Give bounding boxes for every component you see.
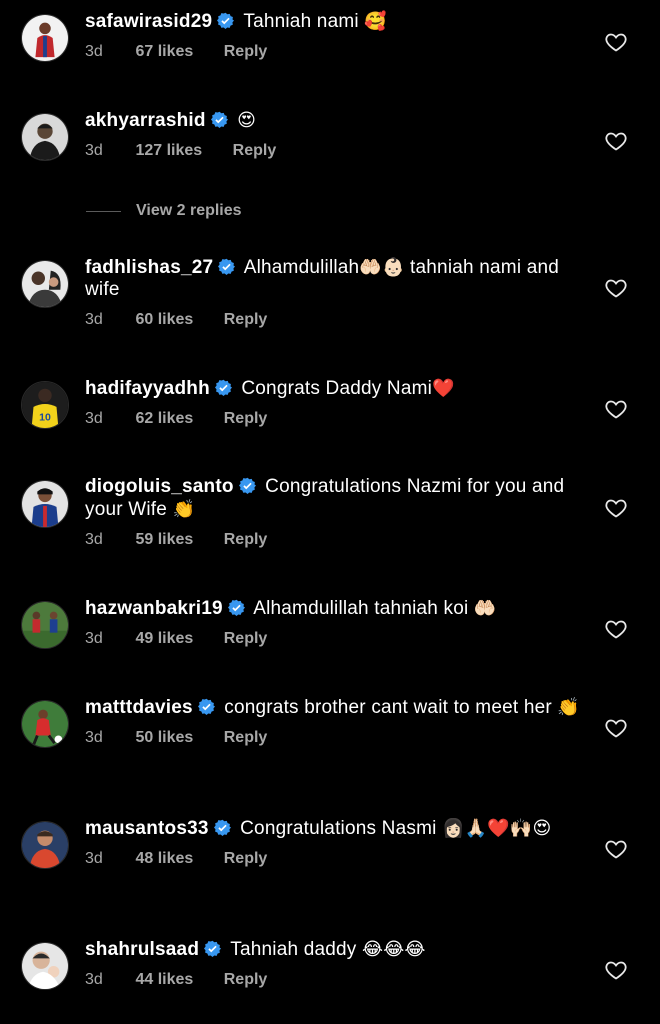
emoji: 😂😂😂 (361, 939, 426, 959)
comment-username[interactable]: shahrulsaad (85, 939, 199, 960)
emoji: ❤️ (432, 378, 455, 398)
verified-badge-icon (218, 258, 236, 275)
heart-outline-icon[interactable] (604, 496, 628, 520)
comment-text: Alhamdulillah (243, 257, 360, 278)
reply-button[interactable]: Reply (224, 850, 268, 868)
comment-time: 3d (85, 43, 103, 60)
comment-text: Alhamdulillah tahniah koi (253, 598, 469, 619)
comment-text: Congratulations Nasmi (240, 818, 437, 839)
comment-time: 3d (85, 311, 103, 328)
comment-time: 3d (85, 729, 103, 746)
avatar[interactable] (21, 260, 69, 308)
verified-badge-icon (238, 477, 256, 494)
avatar[interactable]: 10 (21, 381, 69, 429)
avatar[interactable] (21, 821, 69, 869)
comment-likes[interactable]: 44 likes (135, 971, 193, 989)
comment-likes[interactable]: 127 likes (135, 142, 202, 160)
comment-text: congrats brother cant wait to meet her (224, 697, 552, 718)
heart-outline-icon[interactable] (604, 716, 628, 740)
verified-badge-icon (227, 599, 245, 616)
comment-time: 3d (85, 850, 103, 867)
comment-likes[interactable]: 67 likes (135, 43, 193, 61)
comment-likes[interactable]: 60 likes (135, 311, 193, 329)
reply-button[interactable]: Reply (224, 729, 268, 747)
comment-time: 3d (85, 971, 103, 988)
emoji: 👏 (172, 499, 196, 519)
reply-button[interactable]: Reply (224, 410, 268, 428)
comment-username[interactable]: mausantos33 (85, 818, 209, 839)
emoji: 🤲🏻 (473, 598, 497, 618)
reply-button[interactable]: Reply (224, 531, 268, 549)
comment-username[interactable]: safawirasid29 (85, 11, 212, 32)
heart-outline-icon[interactable] (604, 397, 628, 421)
heart-outline-icon[interactable] (604, 276, 628, 300)
avatar[interactable] (21, 942, 69, 990)
emoji: 🤲🏻👶🏻 (359, 257, 405, 277)
svg-text:10: 10 (39, 411, 51, 423)
comment-username[interactable]: akhyarrashid (85, 110, 206, 131)
comment-username[interactable]: diogoluis_santo (85, 476, 234, 497)
comment-likes[interactable]: 59 likes (135, 531, 193, 549)
emoji: 😍 (237, 110, 257, 130)
comment-likes[interactable]: 48 likes (135, 850, 193, 868)
heart-outline-icon[interactable] (604, 129, 628, 153)
reply-button[interactable]: Reply (224, 43, 268, 61)
avatar[interactable] (21, 14, 69, 62)
comment-likes[interactable]: 62 likes (135, 410, 193, 428)
comment-time: 3d (85, 410, 103, 427)
comment-likes[interactable]: 50 likes (135, 729, 193, 747)
avatar[interactable] (21, 113, 69, 161)
comment-text: Tahniah daddy (230, 939, 357, 960)
heart-outline-icon[interactable] (604, 617, 628, 641)
verified-badge-icon (210, 111, 228, 128)
avatar[interactable] (21, 700, 69, 748)
verified-badge-icon (217, 12, 235, 29)
view-replies-button[interactable]: View 2 replies (86, 202, 386, 222)
heart-outline-icon[interactable] (604, 837, 628, 861)
comment-likes[interactable]: 49 likes (135, 630, 193, 648)
reply-button[interactable]: Reply (233, 142, 277, 160)
reply-button[interactable]: Reply (224, 630, 268, 648)
reply-button[interactable]: Reply (224, 311, 268, 329)
verified-badge-icon (204, 940, 222, 957)
verified-badge-icon (197, 698, 215, 715)
comment-text: Congrats Daddy Nami (241, 378, 433, 399)
comment-time: 3d (85, 531, 103, 548)
verified-badge-icon (214, 379, 232, 396)
comment-username[interactable]: hazwanbakri19 (85, 598, 223, 619)
emoji: 👩🏻🙏🏻❤️🙌🏻😍 (442, 818, 552, 838)
comment-username[interactable]: matttdavies (85, 697, 193, 718)
avatar[interactable] (21, 601, 69, 649)
avatar[interactable] (21, 480, 69, 528)
heart-outline-icon[interactable] (604, 958, 628, 982)
comment-username[interactable]: hadifayyadhh (85, 378, 210, 399)
view-replies-label[interactable]: View 2 replies (136, 202, 242, 220)
comment-time: 3d (85, 142, 103, 159)
comment-text: Tahniah nami (243, 11, 359, 32)
divider (86, 211, 121, 212)
heart-outline-icon[interactable] (604, 30, 628, 54)
comment-time: 3d (85, 630, 103, 647)
emoji: 👏 (557, 697, 580, 717)
verified-badge-icon (213, 819, 231, 836)
reply-button[interactable]: Reply (224, 971, 268, 989)
emoji: 🥰 (364, 11, 387, 31)
comment-username[interactable]: fadhlishas_27 (85, 257, 213, 278)
